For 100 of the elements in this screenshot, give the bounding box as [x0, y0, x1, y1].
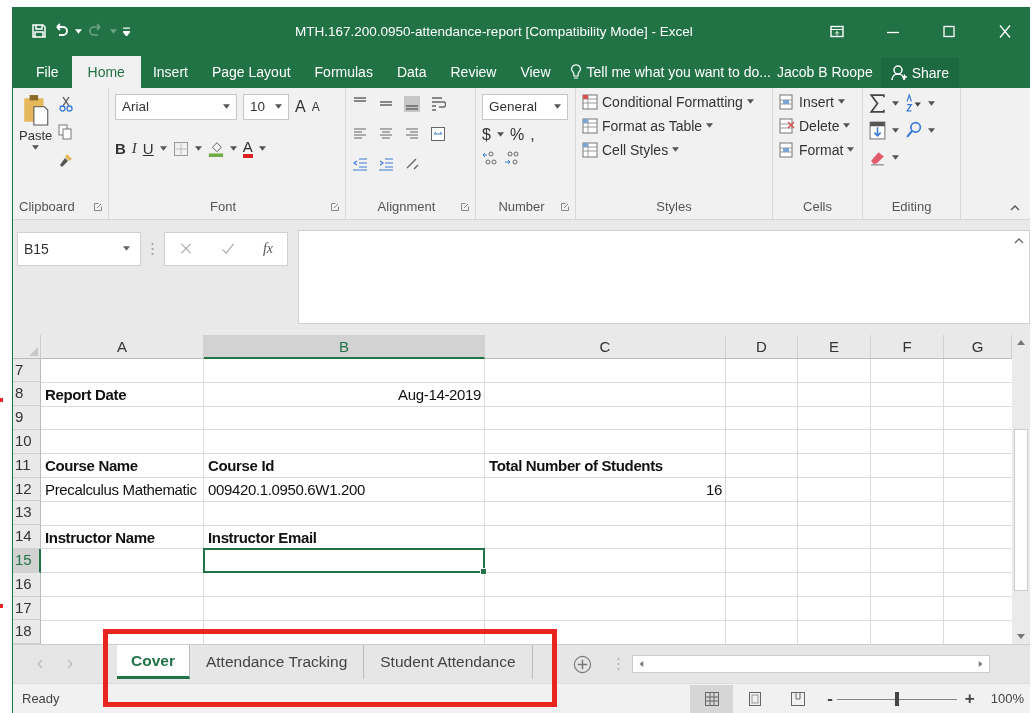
- row-header[interactable]: 14: [13, 525, 41, 550]
- merge-icon[interactable]: [430, 125, 446, 142]
- column-header[interactable]: A: [41, 334, 204, 359]
- row-header[interactable]: 17: [13, 596, 41, 621]
- column-header[interactable]: B: [204, 334, 485, 359]
- caret-icon[interactable]: [892, 100, 899, 106]
- row-header[interactable]: 10: [13, 430, 41, 454]
- active-cell[interactable]: [203, 548, 485, 573]
- row-header[interactable]: 11: [13, 453, 41, 478]
- column-header[interactable]: G: [944, 334, 1012, 359]
- column-header[interactable]: C: [485, 334, 726, 359]
- fill-color-icon[interactable]: [207, 140, 224, 157]
- cells-menu-button[interactable]: Format: [779, 141, 856, 158]
- wrap-text-icon[interactable]: [430, 95, 446, 112]
- expand-formula-icon[interactable]: [1014, 237, 1024, 244]
- row-header[interactable]: 16: [13, 572, 41, 597]
- ribbon-tab[interactable]: Insert: [140, 55, 200, 88]
- close-icon[interactable]: [998, 24, 1012, 38]
- zoom-out-button[interactable]: -: [827, 688, 833, 709]
- ribbon-tab[interactable]: Home: [71, 55, 141, 88]
- increase-decimal-icon[interactable]: [482, 149, 498, 166]
- cells-menu-button[interactable]: Insert: [779, 93, 856, 110]
- caret-icon[interactable]: [194, 146, 202, 152]
- scroll-down-icon[interactable]: [1017, 634, 1025, 641]
- number-format-field[interactable]: General: [482, 93, 568, 120]
- lightbulb-icon[interactable]: [570, 63, 581, 80]
- caret-icon[interactable]: [75, 28, 82, 34]
- dialog-launcher-icon[interactable]: [331, 202, 339, 211]
- tell-me-search[interactable]: Tell me what you want to do...: [586, 63, 771, 80]
- comma-button[interactable]: ,: [530, 125, 535, 144]
- scroll-up-icon[interactable]: [1017, 338, 1025, 345]
- font-color-button[interactable]: A: [242, 139, 253, 158]
- caret-icon[interactable]: [928, 127, 935, 133]
- row-header[interactable]: 9: [13, 406, 41, 431]
- percent-button[interactable]: %: [509, 125, 525, 144]
- ribbon-tab[interactable]: View: [508, 55, 563, 88]
- row-header[interactable]: 8: [13, 382, 41, 407]
- caret-icon[interactable]: [123, 246, 130, 251]
- caret-icon[interactable]: [554, 104, 561, 110]
- currency-button[interactable]: $: [482, 125, 491, 144]
- font-style-button[interactable]: I: [131, 140, 137, 158]
- caret-icon[interactable]: [275, 104, 282, 110]
- user-name[interactable]: Jacob B Roope: [776, 55, 873, 88]
- font-name-field[interactable]: Arial: [115, 93, 237, 120]
- insert-function-button[interactable]: fx: [262, 240, 273, 257]
- caret-icon[interactable]: [229, 146, 237, 152]
- dialog-launcher-icon[interactable]: [94, 202, 102, 211]
- maximize-icon[interactable]: [942, 24, 956, 38]
- shrink-font-button[interactable]: A: [311, 99, 320, 114]
- align-bottom-icon[interactable]: [404, 95, 420, 112]
- caret-icon[interactable]: [892, 154, 899, 160]
- font-size-field[interactable]: 10: [243, 93, 289, 120]
- normal-view-button[interactable]: [690, 684, 734, 713]
- fill-down-icon[interactable]: [869, 120, 886, 140]
- collapse-ribbon-icon[interactable]: [1010, 204, 1020, 211]
- dialog-launcher-icon[interactable]: [461, 202, 469, 211]
- row-header[interactable]: 15: [13, 549, 41, 573]
- zoom-level-text[interactable]: 100%: [990, 691, 1024, 707]
- add-sheet-icon[interactable]: [572, 654, 592, 674]
- sort-filter-icon[interactable]: [905, 93, 922, 113]
- caret-icon[interactable]: [496, 132, 504, 138]
- paste-button[interactable]: Paste: [19, 93, 53, 195]
- dialog-launcher-icon[interactable]: [561, 202, 569, 211]
- copy-icon[interactable]: [58, 123, 75, 140]
- font-style-button[interactable]: B: [115, 140, 126, 158]
- save-icon[interactable]: [31, 23, 47, 40]
- row-header[interactable]: 7: [13, 358, 41, 383]
- zoom-slider[interactable]: [836, 691, 957, 706]
- styles-menu-button[interactable]: Conditional Formatting: [582, 93, 766, 110]
- row-header[interactable]: 12: [13, 477, 41, 502]
- column-header[interactable]: F: [871, 334, 944, 359]
- styles-menu-button[interactable]: Cell Styles: [582, 141, 766, 158]
- ribbon-tab[interactable]: File: [13, 55, 72, 88]
- caret-icon[interactable]: [258, 146, 266, 152]
- zoom-in-button[interactable]: +: [964, 688, 975, 709]
- grow-font-button[interactable]: A: [295, 97, 306, 116]
- formula-input[interactable]: [298, 229, 1030, 324]
- ribbon-tab[interactable]: Formulas: [302, 55, 385, 88]
- sheet-tab[interactable]: Attendance Tracking: [189, 645, 365, 680]
- share-button[interactable]: Share: [880, 57, 960, 88]
- caret-icon[interactable]: [928, 100, 935, 106]
- autosum-icon[interactable]: [869, 93, 886, 113]
- search-icon[interactable]: [905, 120, 922, 140]
- ribbon-tab[interactable]: Review: [438, 55, 509, 88]
- row-header[interactable]: 13: [13, 501, 41, 526]
- ribbon-tab[interactable]: Page Layout: [199, 55, 303, 88]
- decrease-decimal-icon[interactable]: [504, 149, 520, 166]
- name-box[interactable]: B15: [17, 231, 141, 266]
- scroll-right-icon[interactable]: [976, 661, 985, 668]
- cells-menu-button[interactable]: Delete: [779, 117, 856, 134]
- styles-menu-button[interactable]: Format as Table: [582, 117, 766, 134]
- row-header[interactable]: 18: [13, 620, 41, 645]
- ribbon-tab[interactable]: Data: [384, 55, 439, 88]
- column-header[interactable]: E: [798, 334, 871, 359]
- vertical-scrollbar[interactable]: [1012, 334, 1030, 645]
- paintbrush-icon[interactable]: [58, 151, 75, 168]
- font-style-button[interactable]: U: [142, 140, 154, 158]
- caret-icon[interactable]: [892, 127, 899, 133]
- ribbon-display-icon[interactable]: [830, 24, 844, 38]
- caret-icon[interactable]: [159, 146, 167, 152]
